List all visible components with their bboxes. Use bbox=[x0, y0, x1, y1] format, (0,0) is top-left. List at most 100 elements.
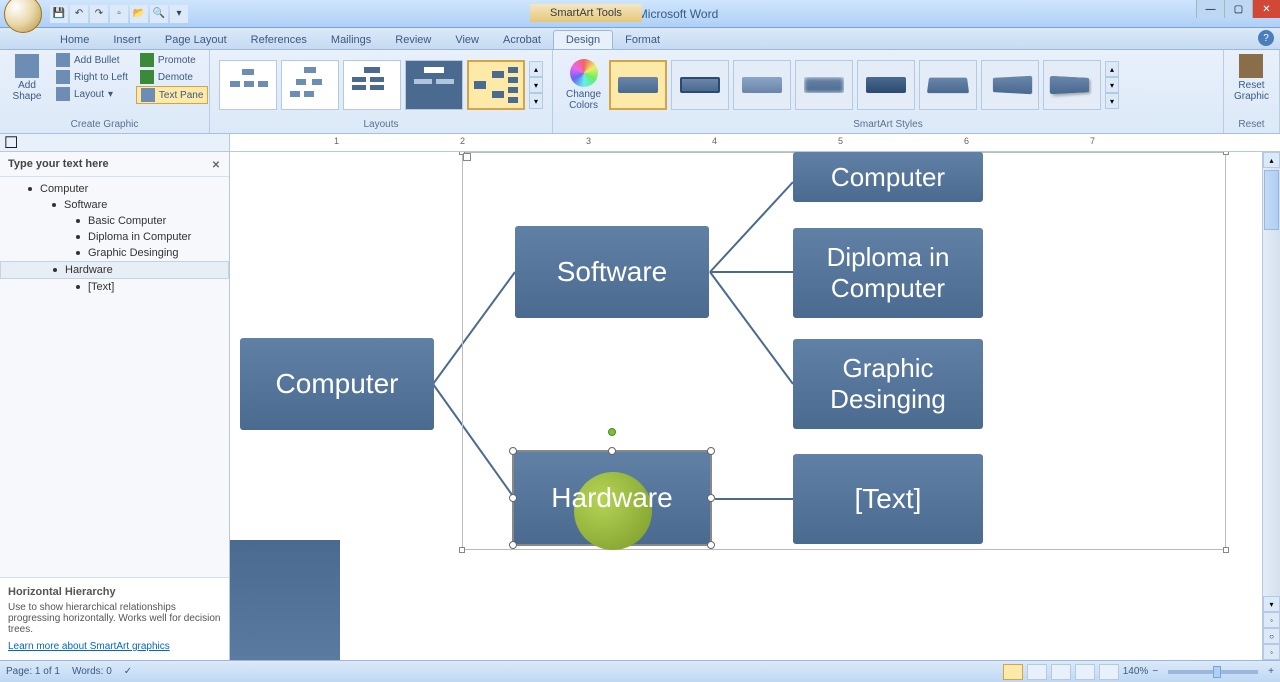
add-shape-button[interactable]: Add Shape bbox=[6, 52, 48, 104]
demote-icon bbox=[140, 70, 154, 84]
group-smartart-styles: Change Colors ▴ ▾ ▾ SmartArt Styles bbox=[553, 50, 1224, 133]
add-bullet-button[interactable]: Add Bullet bbox=[52, 52, 132, 68]
styles-more[interactable]: ▾ bbox=[1105, 93, 1119, 109]
help-button[interactable]: ? bbox=[1258, 30, 1274, 46]
rtl-icon bbox=[56, 70, 70, 84]
learn-more-link[interactable]: Learn more about SmartArt graphics bbox=[8, 641, 221, 652]
layout-button[interactable]: Layout▾ bbox=[52, 86, 132, 102]
tab-review[interactable]: Review bbox=[383, 31, 443, 49]
page-status[interactable]: Page: 1 of 1 bbox=[6, 666, 60, 677]
node-computer-root[interactable]: Computer bbox=[240, 338, 434, 430]
tab-view[interactable]: View bbox=[443, 31, 491, 49]
prev-page-button[interactable]: ◦ bbox=[1263, 612, 1280, 628]
zoom-out-button[interactable]: − bbox=[1152, 666, 1158, 677]
layouts-more[interactable]: ▾ bbox=[529, 93, 543, 109]
node-software[interactable]: Software bbox=[515, 226, 709, 318]
open-icon[interactable]: 📂 bbox=[130, 5, 148, 23]
vertical-scrollbar[interactable]: ▴ ▾ ◦ ○ ◦ bbox=[1262, 152, 1280, 660]
change-colors-button[interactable]: Change Colors bbox=[562, 57, 605, 113]
tab-acrobat[interactable]: Acrobat bbox=[491, 31, 553, 49]
node-graphic[interactable]: Graphic Desinging bbox=[793, 339, 983, 429]
style-option-2[interactable] bbox=[671, 60, 729, 110]
styles-scroll-down[interactable]: ▾ bbox=[1105, 77, 1119, 93]
tab-insert[interactable]: Insert bbox=[101, 31, 153, 49]
tab-home[interactable]: Home bbox=[48, 31, 101, 49]
node-hardware-selected[interactable]: Hardware bbox=[512, 450, 712, 546]
save-icon[interactable]: 💾 bbox=[50, 5, 68, 23]
text-pane-list[interactable]: Computer Software Basic Computer Diploma… bbox=[0, 177, 229, 577]
list-item[interactable]: [Text] bbox=[0, 279, 229, 295]
node-basic-computer[interactable]: Computer bbox=[793, 152, 983, 202]
layout-option-5-selected[interactable] bbox=[467, 60, 525, 110]
style-option-8[interactable] bbox=[1043, 60, 1101, 110]
node-diploma[interactable]: Diploma in Computer bbox=[793, 228, 983, 318]
word-count[interactable]: Words: 0 bbox=[72, 666, 112, 677]
list-item[interactable]: Basic Computer bbox=[0, 213, 229, 229]
styles-scroll-up[interactable]: ▴ bbox=[1105, 61, 1119, 77]
minimize-button[interactable]: — bbox=[1196, 0, 1224, 18]
style-option-7[interactable] bbox=[981, 60, 1039, 110]
demote-button[interactable]: Demote bbox=[136, 69, 208, 85]
layout-option-1[interactable] bbox=[219, 60, 277, 110]
colors-icon bbox=[570, 59, 598, 87]
outline-view[interactable] bbox=[1075, 664, 1095, 680]
style-option-1-selected[interactable] bbox=[609, 60, 667, 110]
print-preview-icon[interactable]: 🔍 bbox=[150, 5, 168, 23]
list-item-selected[interactable]: Hardware bbox=[0, 261, 229, 279]
ruler-corner[interactable]: ☐ bbox=[0, 134, 230, 151]
layout-option-2[interactable] bbox=[281, 60, 339, 110]
text-pane-button[interactable]: Text Pane bbox=[136, 86, 208, 104]
node-text-placeholder[interactable]: [Text] bbox=[793, 454, 983, 544]
text-pane-close-button[interactable]: ✕ bbox=[209, 158, 223, 172]
layouts-scroll-down[interactable]: ▾ bbox=[529, 77, 543, 93]
zoom-knob[interactable] bbox=[1213, 666, 1221, 678]
style-option-6[interactable] bbox=[919, 60, 977, 110]
style-option-4[interactable] bbox=[795, 60, 853, 110]
zoom-level[interactable]: 140% bbox=[1123, 666, 1149, 677]
scroll-down-button[interactable]: ▾ bbox=[1263, 596, 1280, 612]
zoom-in-button[interactable]: + bbox=[1268, 666, 1274, 677]
list-item[interactable]: Diploma in Computer bbox=[0, 229, 229, 245]
layout-option-4[interactable] bbox=[405, 60, 463, 110]
zoom-slider[interactable] bbox=[1168, 670, 1258, 674]
text-pane-icon bbox=[141, 88, 155, 102]
scroll-up-button[interactable]: ▴ bbox=[1263, 152, 1280, 168]
list-item[interactable]: Graphic Desinging bbox=[0, 245, 229, 261]
undo-icon[interactable]: ↶ bbox=[70, 5, 88, 23]
contextual-tab-label: SmartArt Tools bbox=[530, 4, 642, 22]
style-option-3[interactable] bbox=[733, 60, 791, 110]
tab-design[interactable]: Design bbox=[553, 30, 613, 49]
info-title: Horizontal Hierarchy bbox=[8, 586, 221, 598]
maximize-button[interactable]: ▢ bbox=[1224, 0, 1252, 18]
spell-check-icon[interactable]: ✓ bbox=[124, 666, 132, 677]
next-page-button[interactable]: ◦ bbox=[1263, 644, 1280, 660]
layouts-scroll-up[interactable]: ▴ bbox=[529, 61, 543, 77]
layout-option-3[interactable] bbox=[343, 60, 401, 110]
print-layout-view[interactable] bbox=[1003, 664, 1023, 680]
style-option-5[interactable] bbox=[857, 60, 915, 110]
horizontal-ruler[interactable]: 1 2 3 4 5 6 7 bbox=[230, 134, 1280, 151]
tab-page-layout[interactable]: Page Layout bbox=[153, 31, 239, 49]
tab-references[interactable]: References bbox=[239, 31, 319, 49]
list-item[interactable]: Computer bbox=[0, 181, 229, 197]
new-icon[interactable]: ▫ bbox=[110, 5, 128, 23]
scroll-thumb[interactable] bbox=[1264, 170, 1279, 230]
text-pane-header: Type your text here ✕ bbox=[0, 152, 229, 177]
full-screen-view[interactable] bbox=[1027, 664, 1047, 680]
reset-graphic-button[interactable]: Reset Graphic bbox=[1230, 52, 1273, 104]
redo-icon[interactable]: ↷ bbox=[90, 5, 108, 23]
tab-mailings[interactable]: Mailings bbox=[319, 31, 383, 49]
list-item[interactable]: Software bbox=[0, 197, 229, 213]
web-layout-view[interactable] bbox=[1051, 664, 1071, 680]
tab-format[interactable]: Format bbox=[613, 31, 672, 49]
browse-object-button[interactable]: ○ bbox=[1263, 628, 1280, 644]
group-label-layouts: Layouts bbox=[216, 118, 546, 131]
group-label-reset: Reset bbox=[1230, 118, 1273, 131]
close-button[interactable]: ✕ bbox=[1252, 0, 1280, 18]
right-to-left-button[interactable]: Right to Left bbox=[52, 69, 132, 85]
promote-button[interactable]: Promote bbox=[136, 52, 208, 68]
rotation-handle[interactable] bbox=[608, 428, 616, 436]
draft-view[interactable] bbox=[1099, 664, 1119, 680]
document-canvas[interactable]: Computer Software Computer Diploma in Co… bbox=[230, 152, 1280, 660]
qat-dropdown-icon[interactable]: ▾ bbox=[170, 5, 188, 23]
